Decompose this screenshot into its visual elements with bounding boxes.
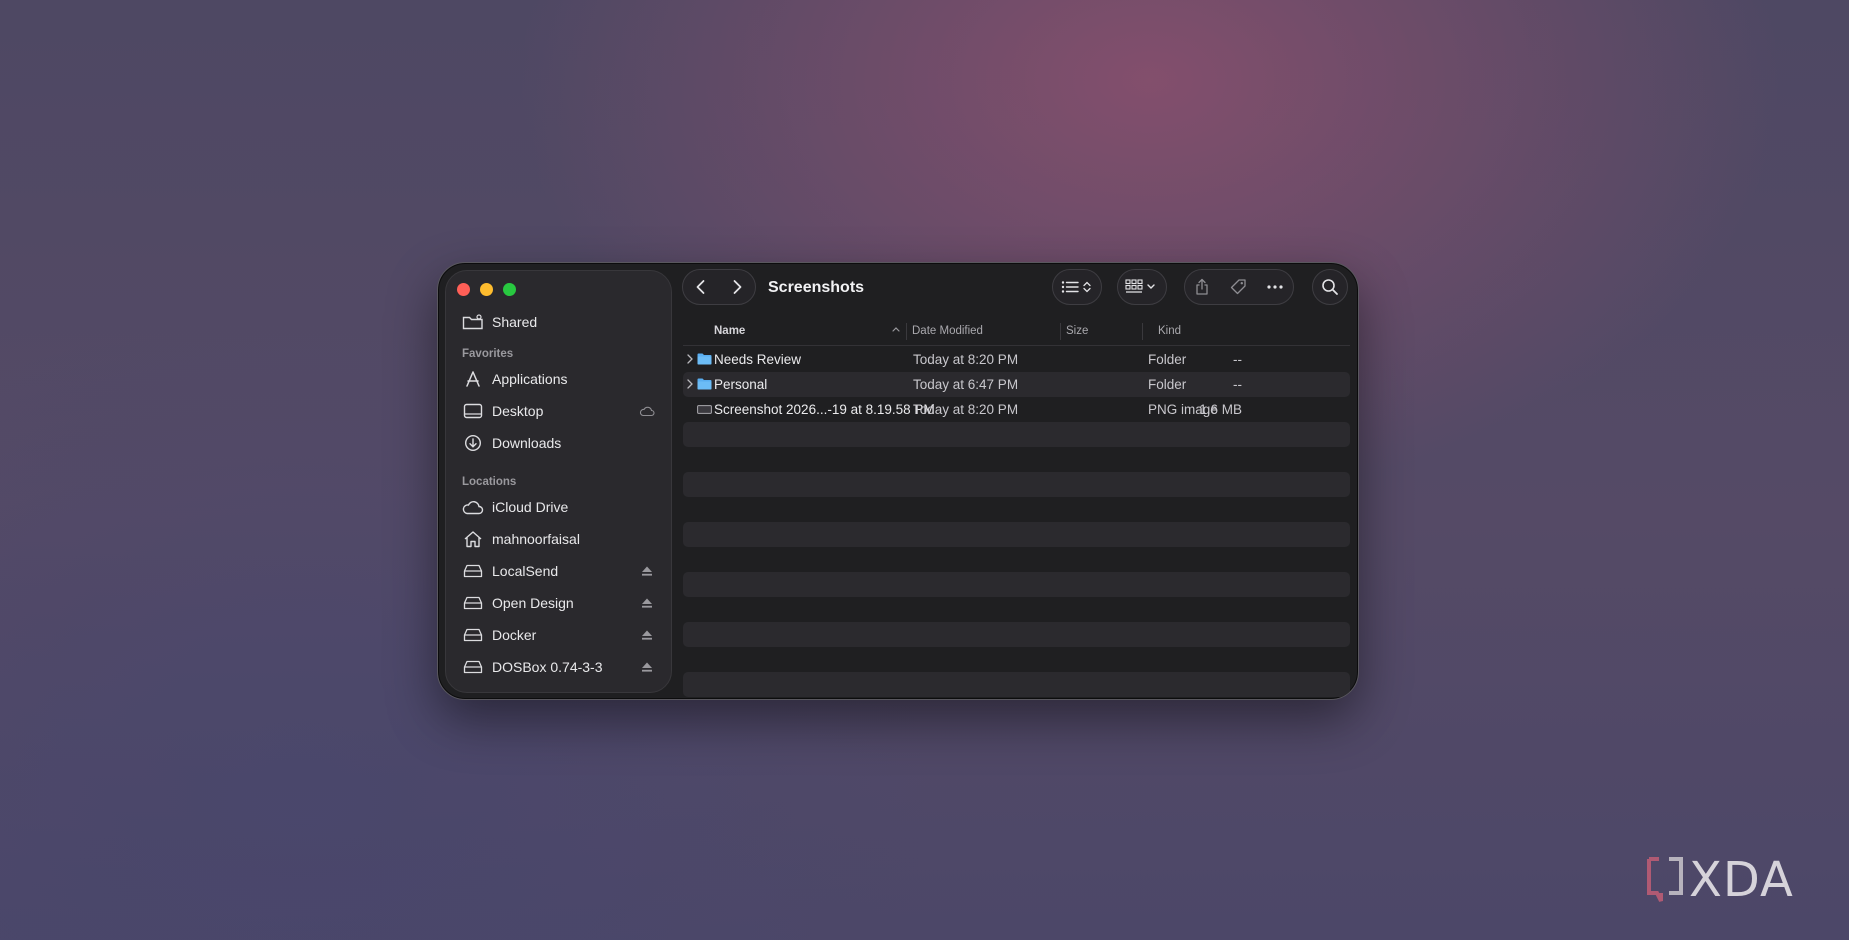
column-divider[interactable] <box>906 323 907 340</box>
disk-icon <box>462 594 484 612</box>
xda-wordmark: XDA <box>1689 852 1794 908</box>
view-options-button[interactable] <box>1052 269 1102 305</box>
sidebar-item-dosbox[interactable]: DOSBox 0.74-3-3 <box>462 654 655 680</box>
sidebar-item-label: Downloads <box>492 435 562 451</box>
search-icon <box>1321 278 1339 296</box>
empty-row <box>683 622 1350 647</box>
sidebar-item-label: Open Design <box>492 595 574 611</box>
sidebar: Shared Favorites Applications Desktop Do… <box>445 270 672 693</box>
file-date: Today at 8:20 PM <box>913 402 1019 417</box>
table-row[interactable]: Needs Review Today at 8:20 PM -- Folder <box>683 347 1350 372</box>
share-icon[interactable] <box>1194 278 1210 296</box>
shared-folder-icon <box>462 313 484 331</box>
image-file-icon <box>697 405 712 414</box>
eject-icon[interactable] <box>639 659 655 675</box>
file-kind: Folder <box>1148 352 1187 367</box>
column-divider[interactable] <box>1142 323 1143 340</box>
sidebar-item-docker[interactable]: Docker <box>462 622 655 648</box>
sidebar-item-label: Desktop <box>492 403 544 419</box>
table-row[interactable]: Personal Today at 6:47 PM -- Folder <box>683 372 1350 397</box>
disk-icon <box>462 626 484 644</box>
applications-icon <box>462 370 484 388</box>
sidebar-item-desktop[interactable]: Desktop <box>462 398 655 424</box>
desktop-icon <box>462 402 484 420</box>
navigation-buttons <box>682 269 756 305</box>
disclosure-chevron-icon[interactable] <box>685 378 695 390</box>
empty-row <box>683 422 1350 447</box>
disclosure-chevron-icon[interactable] <box>685 353 695 365</box>
tag-icon[interactable] <box>1229 278 1247 296</box>
column-kind[interactable]: Kind <box>1158 325 1181 337</box>
sidebar-item-label: DOSBox 0.74-3-3 <box>492 659 603 675</box>
eject-icon[interactable] <box>639 563 655 579</box>
xda-watermark: XDA <box>1645 852 1794 908</box>
finder-window: Shared Favorites Applications Desktop Do… <box>437 262 1359 700</box>
disk-icon <box>462 562 484 580</box>
xda-logo-icon <box>1645 855 1685 905</box>
file-size: -- <box>1233 377 1242 392</box>
eject-icon[interactable] <box>639 595 655 611</box>
empty-row <box>683 672 1350 697</box>
sidebar-item-localsend[interactable]: LocalSend <box>462 558 655 584</box>
disk-icon <box>462 658 484 676</box>
file-name: Needs Review <box>714 352 802 367</box>
search-button[interactable] <box>1312 269 1348 305</box>
list-view-icon <box>1060 279 1094 295</box>
sidebar-item-label: iCloud Drive <box>492 499 569 515</box>
sidebar-item-open-design[interactable]: Open Design <box>462 590 655 616</box>
sidebar-item-downloads[interactable]: Downloads <box>462 430 655 456</box>
sidebar-item-label: mahnoorfaisal <box>492 531 580 547</box>
column-divider[interactable] <box>1060 323 1061 340</box>
file-kind: PNG image <box>1148 402 1218 417</box>
column-date-modified[interactable]: Date Modified <box>912 325 983 337</box>
locations-header: Locations <box>462 476 517 488</box>
downloads-icon <box>462 434 484 452</box>
eject-icon[interactable] <box>639 627 655 643</box>
sort-ascending-icon <box>891 323 901 335</box>
empty-row <box>683 472 1350 497</box>
group-by-button[interactable] <box>1117 269 1167 305</box>
sidebar-item-applications[interactable]: Applications <box>462 366 655 392</box>
back-button[interactable] <box>694 279 708 295</box>
sidebar-item-label: Docker <box>492 627 537 643</box>
icloud-drive-icon <box>462 498 484 516</box>
sidebar-item-shared[interactable]: Shared <box>462 309 655 335</box>
folder-icon <box>697 378 712 390</box>
home-icon <box>462 530 484 548</box>
grid-group-icon <box>1125 279 1159 295</box>
column-name[interactable]: Name <box>714 325 745 337</box>
file-date: Today at 6:47 PM <box>913 377 1019 392</box>
file-date: Today at 8:20 PM <box>913 352 1019 367</box>
file-name: Screenshot 2026...-19 at 8.19.58 PM <box>714 402 935 417</box>
forward-button[interactable] <box>730 279 744 295</box>
sidebar-item-label: Shared <box>492 314 538 330</box>
file-name: Personal <box>714 377 768 392</box>
empty-row <box>683 572 1350 597</box>
favorites-header: Favorites <box>462 348 514 360</box>
sidebar-item-home[interactable]: mahnoorfaisal <box>462 526 655 552</box>
sidebar-item-icloud-drive[interactable]: iCloud Drive <box>462 494 655 520</box>
file-size: -- <box>1233 352 1242 367</box>
icloud-icon <box>639 403 655 419</box>
toolbar: Screenshots <box>438 263 1358 311</box>
actions-group <box>1184 269 1294 305</box>
window-title: Screenshots <box>768 279 865 296</box>
table-row[interactable]: Screenshot 2026...-19 at 8.19.58 PM Toda… <box>683 397 1350 422</box>
sidebar-item-label: LocalSend <box>492 563 559 579</box>
file-kind: Folder <box>1148 377 1187 392</box>
empty-row <box>683 522 1350 547</box>
folder-icon <box>697 353 712 365</box>
column-header: Name Date Modified Size Kind <box>683 319 1350 346</box>
sidebar-item-label: Applications <box>492 371 568 387</box>
column-size[interactable]: Size <box>1066 325 1088 337</box>
more-icon[interactable] <box>1266 284 1284 290</box>
